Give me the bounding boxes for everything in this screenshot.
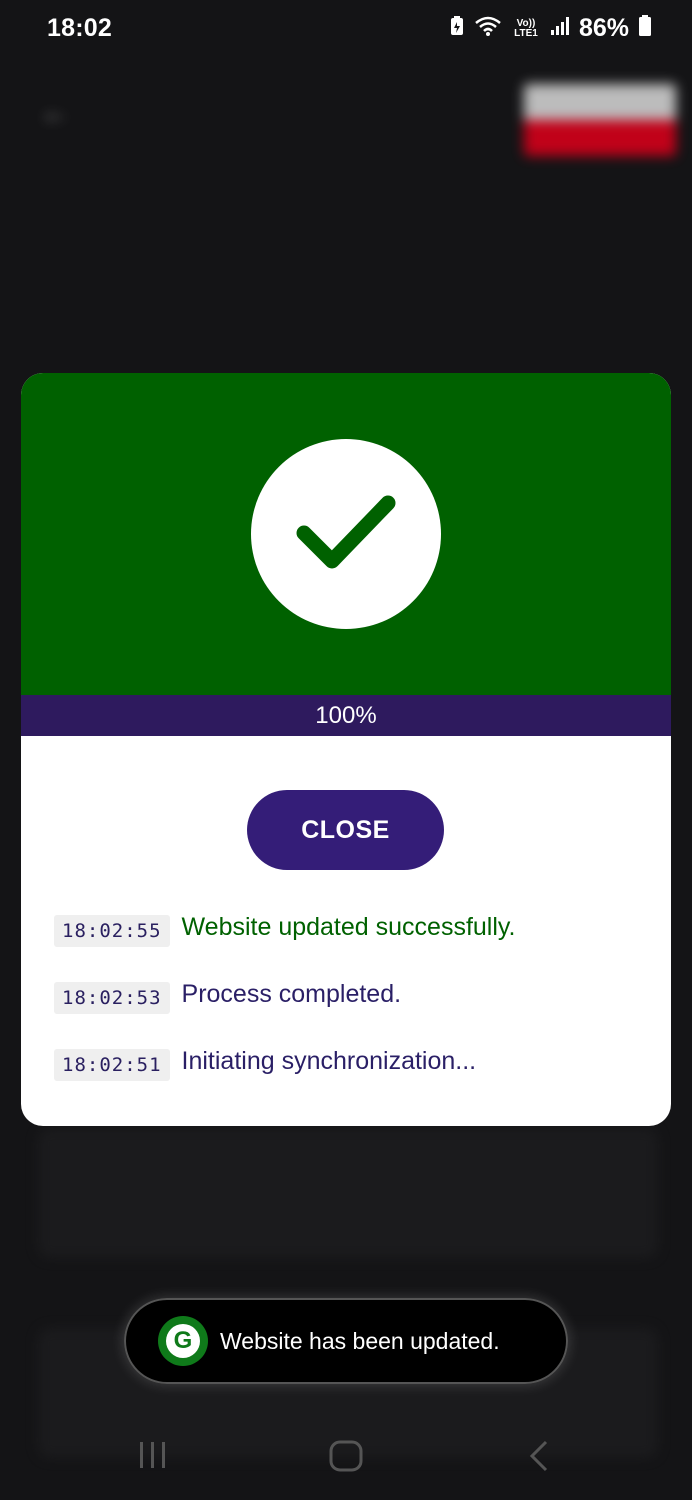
progress-text: 100% bbox=[315, 702, 377, 729]
app-logo-letter: G bbox=[166, 1324, 200, 1358]
background-card bbox=[38, 1128, 658, 1258]
dialog-hero bbox=[21, 373, 671, 695]
log-row: 18:02:51 Initiating synchronization... bbox=[54, 1043, 654, 1110]
status-time: 18:02 bbox=[47, 14, 112, 42]
log-message: Initiating synchronization... bbox=[181, 1047, 477, 1075]
log-timestamp: 18:02:55 bbox=[54, 915, 170, 947]
signal-icon bbox=[550, 16, 570, 41]
log-message: Process completed. bbox=[181, 980, 402, 1008]
log-timestamp: 18:02:51 bbox=[54, 1049, 170, 1081]
home-icon[interactable] bbox=[329, 1440, 363, 1477]
recent-apps-icon[interactable] bbox=[138, 1440, 168, 1475]
battery-percent: 86% bbox=[578, 14, 629, 42]
status-icons: Vo)) LTE1 86% bbox=[449, 14, 652, 43]
log-row: 18:02:53 Process completed. bbox=[54, 976, 654, 1043]
back-icon[interactable] bbox=[528, 1440, 550, 1477]
progress-bar: 100% bbox=[21, 695, 671, 736]
success-circle bbox=[251, 439, 441, 629]
battery-icon bbox=[638, 15, 652, 42]
navigation-bar bbox=[0, 1410, 692, 1500]
log-message: Website updated successfully. bbox=[181, 913, 516, 941]
close-button[interactable]: CLOSE bbox=[247, 790, 444, 870]
toast-message: Website has been updated. bbox=[220, 1327, 500, 1354]
battery-saver-icon bbox=[449, 15, 465, 42]
checkmark-icon bbox=[296, 495, 396, 569]
app-logo-icon: G bbox=[158, 1316, 208, 1366]
log-timestamp: 18:02:53 bbox=[54, 982, 170, 1014]
volte-icon: Vo)) LTE1 bbox=[511, 17, 541, 39]
background-badge bbox=[524, 84, 676, 156]
toast-notification: G Website has been updated. bbox=[124, 1298, 568, 1384]
status-bar: 18:02 Vo)) LTE1 86% bbox=[0, 0, 692, 56]
sync-dialog: 100% CLOSE 18:02:55 Website updated succ… bbox=[21, 373, 671, 1126]
log-row: 18:02:55 Website updated successfully. bbox=[54, 909, 654, 976]
log-list: 18:02:55 Website updated successfully. 1… bbox=[54, 909, 654, 1110]
screen: 18:02 Vo)) LTE1 86% ← 100% CLOSE 18:02:5… bbox=[0, 0, 692, 1500]
back-arrow-icon: ← bbox=[40, 96, 70, 129]
wifi-icon bbox=[474, 15, 502, 42]
network-label: Vo)) LTE1 bbox=[514, 17, 538, 39]
